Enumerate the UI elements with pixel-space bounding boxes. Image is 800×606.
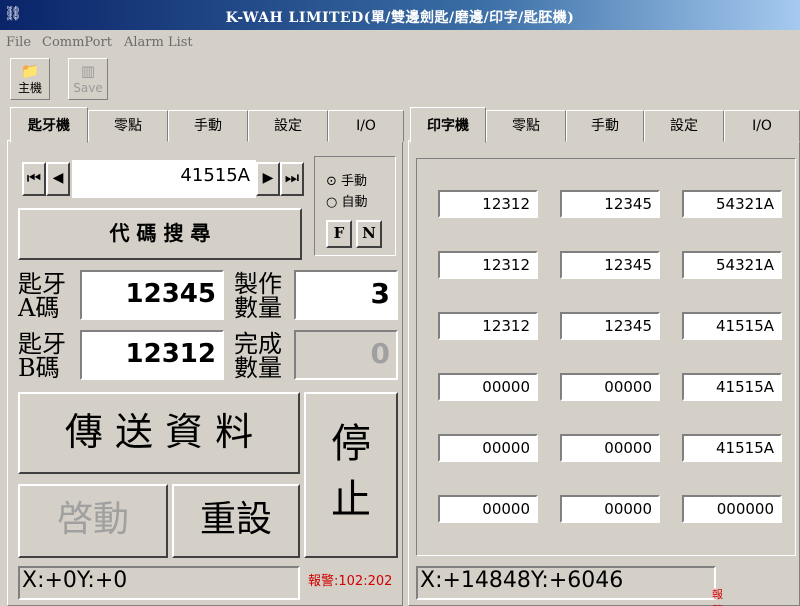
- key-a-field[interactable]: 12345: [80, 270, 224, 320]
- key-b-label: 匙牙 B碼: [18, 330, 66, 382]
- menu-file[interactable]: File: [6, 35, 31, 50]
- right-coordinates: X:+14848Y:+6046: [416, 566, 716, 600]
- menu-bar: File CommPort Alarm List: [0, 33, 800, 53]
- save-icon: ▥: [80, 62, 96, 80]
- print-cell[interactable]: 41515A: [682, 373, 782, 401]
- save-button[interactable]: ▥ Save: [68, 58, 108, 100]
- tab-io[interactable]: I/O: [724, 110, 800, 142]
- toolbar: 📁 主機 ▥ Save: [0, 55, 800, 105]
- reset-button[interactable]: 重設: [172, 484, 300, 558]
- qty-label: 製作 數量: [234, 270, 282, 322]
- tab-io[interactable]: I/O: [328, 110, 404, 142]
- first-record-button[interactable]: ⏮: [22, 162, 46, 196]
- stop-button[interactable]: 停 止: [304, 392, 398, 558]
- tab-zero[interactable]: 零點: [486, 110, 566, 142]
- left-coordinates: X:+0Y:+0: [18, 566, 300, 600]
- radio-manual-dot: ⊙: [326, 174, 337, 189]
- print-cell[interactable]: 000000: [682, 495, 782, 523]
- print-cell[interactable]: 00000: [438, 373, 538, 401]
- tab-manual[interactable]: 手動: [168, 110, 248, 142]
- radio-manual[interactable]: ⊙ 手動: [326, 170, 367, 189]
- folder-icon: 📁: [20, 62, 40, 80]
- tab-manual[interactable]: 手動: [566, 110, 644, 142]
- key-b-field[interactable]: 12312: [80, 330, 224, 380]
- done-field: 0: [294, 330, 398, 380]
- print-cell[interactable]: 00000: [560, 373, 660, 401]
- left-tabs: 匙牙機 零點 手動 設定 I/O: [10, 107, 404, 143]
- record-field[interactable]: 41515A: [72, 160, 256, 198]
- print-cell[interactable]: 12345: [560, 312, 660, 340]
- tab-printer[interactable]: 印字機: [410, 107, 486, 143]
- code-search-button[interactable]: 代 碼 搜 尋: [18, 208, 302, 260]
- host-button[interactable]: 📁 主機: [10, 58, 50, 100]
- radio-auto-dot: ○: [326, 195, 338, 210]
- title-bar: ⛓ K-WAH LIMITED(單/雙邊劍匙/磨邊/印字/匙胚機): [0, 0, 800, 30]
- print-cell[interactable]: 12345: [560, 251, 660, 279]
- send-data-button[interactable]: 傳 送 資 料: [18, 392, 300, 474]
- right-tabs: 印字機 零點 手動 設定 I/O: [410, 107, 800, 143]
- window-title: K-WAH LIMITED(單/雙邊劍匙/磨邊/印字/匙胚機): [225, 10, 575, 26]
- radio-auto[interactable]: ○ 自動: [326, 191, 368, 210]
- print-cell[interactable]: 00000: [560, 495, 660, 523]
- menu-commport[interactable]: CommPort: [42, 35, 112, 50]
- print-cell[interactable]: 12312: [438, 251, 538, 279]
- left-alarm: 報警:102:202: [308, 574, 393, 589]
- n-button[interactable]: N: [356, 220, 382, 248]
- right-alarm: 報警:103:202:102: [712, 588, 797, 606]
- prev-record-button[interactable]: ◀: [46, 162, 70, 196]
- tab-settings[interactable]: 設定: [248, 110, 328, 142]
- start-button[interactable]: 啓動: [18, 484, 168, 558]
- print-cell[interactable]: 12312: [438, 312, 538, 340]
- print-cell[interactable]: 41515A: [682, 312, 782, 340]
- done-label: 完成 數量: [234, 330, 282, 382]
- print-cell[interactable]: 41515A: [682, 434, 782, 462]
- print-cell[interactable]: 00000: [560, 434, 660, 462]
- print-cell[interactable]: 12345: [560, 190, 660, 218]
- key-a-label: 匙牙 A碼: [18, 270, 66, 322]
- menu-alarm-list[interactable]: Alarm List: [124, 35, 193, 50]
- print-cell[interactable]: 00000: [438, 495, 538, 523]
- print-cell[interactable]: 00000: [438, 434, 538, 462]
- tab-zero[interactable]: 零點: [88, 110, 168, 142]
- next-record-button[interactable]: ▶: [256, 162, 280, 196]
- print-cell[interactable]: 54321A: [682, 190, 782, 218]
- tab-key-cutter[interactable]: 匙牙機: [10, 107, 88, 143]
- print-cell[interactable]: 54321A: [682, 251, 782, 279]
- tab-settings[interactable]: 設定: [644, 110, 724, 142]
- f-button[interactable]: F: [326, 220, 352, 248]
- last-record-button[interactable]: ⏭: [280, 162, 304, 196]
- print-cell[interactable]: 12312: [438, 190, 538, 218]
- qty-field[interactable]: 3: [294, 270, 398, 320]
